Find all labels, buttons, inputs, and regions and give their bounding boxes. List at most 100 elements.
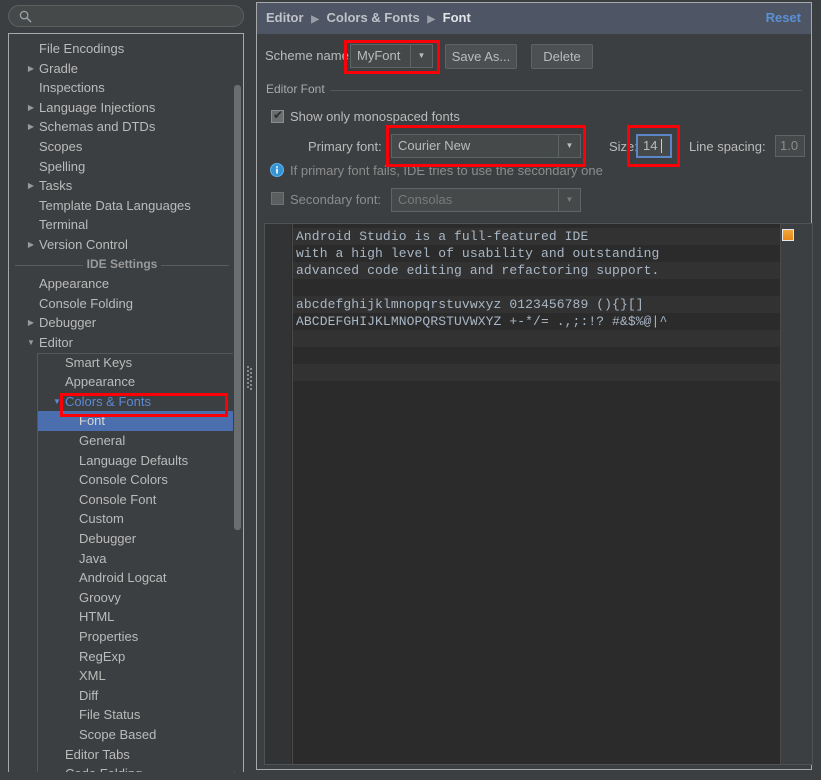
chevron-down-icon[interactable]: ▼ <box>23 333 39 353</box>
sidebar-item-debugger[interactable]: ▶ Debugger <box>9 313 235 333</box>
sidebar-item-label: Version Control <box>39 237 128 252</box>
sidebar-item-label: Schemas and DTDs <box>39 119 156 135</box>
splitter-dot <box>247 386 249 388</box>
breadcrumb-crumb-editor[interactable]: Editor <box>266 10 304 25</box>
divider <box>15 264 83 266</box>
preview-row-stripe <box>293 364 780 381</box>
line-spacing-input[interactable]: 1.0 <box>775 135 805 157</box>
sidebar-item-file-encodings[interactable]: File Encodings <box>9 39 235 59</box>
chevron-right-icon[interactable]: ▶ <box>23 176 39 196</box>
chevron-right-icon[interactable]: ▶ <box>23 59 39 79</box>
scheme-name-value: MyFont <box>357 48 401 63</box>
sidebar-item-language-defaults[interactable]: Language Defaults <box>9 451 235 471</box>
sidebar-item-label: Appearance <box>65 374 136 390</box>
sidebar-item-editor-tabs[interactable]: Editor Tabs <box>9 745 235 765</box>
secondary-font-checkbox[interactable] <box>271 192 284 205</box>
sidebar-item-console-font[interactable]: Console Font <box>9 490 235 510</box>
sidebar-item-java[interactable]: Java <box>9 549 235 569</box>
breadcrumb-separator-icon: ▶ <box>427 14 436 25</box>
chevron-right-icon[interactable]: ▶ <box>23 117 39 137</box>
sidebar-item-label: Scope Based <box>79 727 157 742</box>
splitter-dot <box>250 384 252 386</box>
chevron-right-icon[interactable]: ▶ <box>23 313 39 333</box>
sidebar-item-appearance[interactable]: Appearance <box>9 372 235 392</box>
sidebar-item-label: Debugger <box>79 531 137 546</box>
sidebar-item-label: Editor Tabs <box>65 746 130 762</box>
sidebar-item-scopes[interactable]: Scopes <box>9 137 235 157</box>
splitter-dot <box>247 378 249 380</box>
sidebar-item-diff[interactable]: Diff <box>9 686 235 706</box>
sidebar-item-groovy[interactable]: Groovy <box>9 588 235 608</box>
sidebar-item-scope-based[interactable]: Scope Based <box>9 725 235 745</box>
sidebar-item-appearance[interactable]: Appearance <box>9 274 235 294</box>
search-box[interactable] <box>8 5 244 28</box>
sidebar-item-label: Gradle <box>39 60 79 76</box>
show-monospaced-checkbox[interactable]: ✔ <box>271 109 284 123</box>
sidebar-item-label: Language Defaults <box>79 452 189 468</box>
sidebar-item-file-status[interactable]: File Status <box>9 705 235 725</box>
sidebar-item-code-folding[interactable]: Code Folding <box>9 764 235 772</box>
chevron-down-icon[interactable]: ▼ <box>49 392 65 412</box>
chevron-down-icon[interactable]: ▼ <box>558 135 580 157</box>
primary-font-combo[interactable]: Courier New ▼ <box>391 134 581 158</box>
chevron-right-icon[interactable]: ▶ <box>23 98 39 118</box>
scheme-name-combo[interactable]: MyFont ▼ <box>350 44 433 68</box>
chevron-down-icon[interactable]: ▼ <box>558 189 580 211</box>
secondary-font-combo[interactable]: Consolas ▼ <box>391 188 581 212</box>
sidebar-item-spelling[interactable]: Spelling <box>9 157 235 177</box>
splitter-dot <box>247 382 249 384</box>
pane-splitter-handle[interactable] <box>247 366 252 390</box>
sidebar-item-font[interactable]: Font <box>37 411 234 431</box>
reset-link[interactable]: Reset <box>766 10 801 25</box>
breadcrumb-separator-icon: ▶ <box>311 14 319 25</box>
sidebar-item-debugger[interactable]: Debugger <box>9 529 235 549</box>
line-number-gutter <box>265 224 291 764</box>
group-divider <box>324 90 802 91</box>
sidebar-item-inspections[interactable]: Inspections <box>9 78 235 98</box>
sidebar-item-language-injections[interactable]: ▶ Language Injections <box>9 98 235 118</box>
save-as-button[interactable]: Save As... <box>445 44 517 69</box>
sidebar-item-gradle[interactable]: ▶ Gradle <box>9 59 235 79</box>
breadcrumb-crumb-colors-fonts[interactable]: Colors & Fonts <box>327 10 420 25</box>
preview-code-line: abcdefghijklmnopqrstuvwxyz 0123456789 ()… <box>296 297 644 312</box>
sidebar-item-label: Tasks <box>39 178 73 194</box>
sidebar-item-version-control[interactable]: ▶ Version Control <box>9 235 235 255</box>
delete-button[interactable]: Delete <box>531 44 593 69</box>
orange-marker-icon[interactable] <box>782 229 794 241</box>
sidebar-item-template-data-languages[interactable]: Template Data Languages <box>9 196 235 216</box>
splitter-dot <box>247 370 249 372</box>
sidebar-item-colors-fonts[interactable]: ▼ Colors & Fonts <box>9 392 235 412</box>
breadcrumb-crumb-font[interactable]: Font <box>443 10 471 25</box>
sidebar-item-android-logcat[interactable]: Android Logcat <box>9 568 235 588</box>
font-preview-editor[interactable]: 1Android Studio is a full-featured IDE2w… <box>264 223 813 765</box>
sidebar-item-custom[interactable]: Custom <box>9 509 235 529</box>
primary-font-value: Courier New <box>398 138 471 153</box>
preview-code-line: ABCDEFGHIJKLMNOPQRSTUVWXYZ +-*/= .,;:!? … <box>296 314 668 329</box>
preview-code-line: Android Studio is a full-featured IDE <box>296 229 589 244</box>
preview-scrollbar[interactable] <box>796 224 812 764</box>
dialog-bottom-strip <box>0 772 821 780</box>
editor-font-group-title: Editor Font <box>266 82 330 96</box>
marker-gutter[interactable] <box>780 224 796 764</box>
sidebar-item-xml[interactable]: XML <box>9 666 235 686</box>
divider <box>161 264 229 266</box>
sidebar-item-properties[interactable]: Properties <box>9 627 235 647</box>
chevron-down-icon[interactable]: ▼ <box>410 45 432 67</box>
sidebar-item-regexp[interactable]: RegExp <box>9 647 235 667</box>
sidebar-item-html[interactable]: HTML <box>9 607 235 627</box>
sidebar-item-tasks[interactable]: ▶ Tasks <box>9 176 235 196</box>
search-input[interactable] <box>37 8 239 28</box>
sidebar-scrollbar[interactable] <box>233 35 242 771</box>
secondary-font-label: Secondary font: <box>290 192 382 207</box>
sidebar-item-editor[interactable]: ▼ Editor <box>9 333 235 353</box>
sidebar-item-terminal[interactable]: Terminal <box>9 215 235 235</box>
size-input[interactable]: 14 <box>636 134 672 158</box>
sidebar-item-console-colors[interactable]: Console Colors <box>9 470 235 490</box>
chevron-right-icon[interactable]: ▶ <box>23 235 39 255</box>
secondary-font-value: Consolas <box>398 192 453 207</box>
sidebar-item-console-folding[interactable]: Console Folding <box>9 294 235 314</box>
sidebar-item-smart-keys[interactable]: Smart Keys <box>9 353 235 373</box>
sidebar-scrollbar-thumb[interactable] <box>234 85 241 530</box>
sidebar-item-schemas-and-dtds[interactable]: ▶ Schemas and DTDs <box>9 117 235 137</box>
sidebar-item-general[interactable]: General <box>9 431 235 451</box>
